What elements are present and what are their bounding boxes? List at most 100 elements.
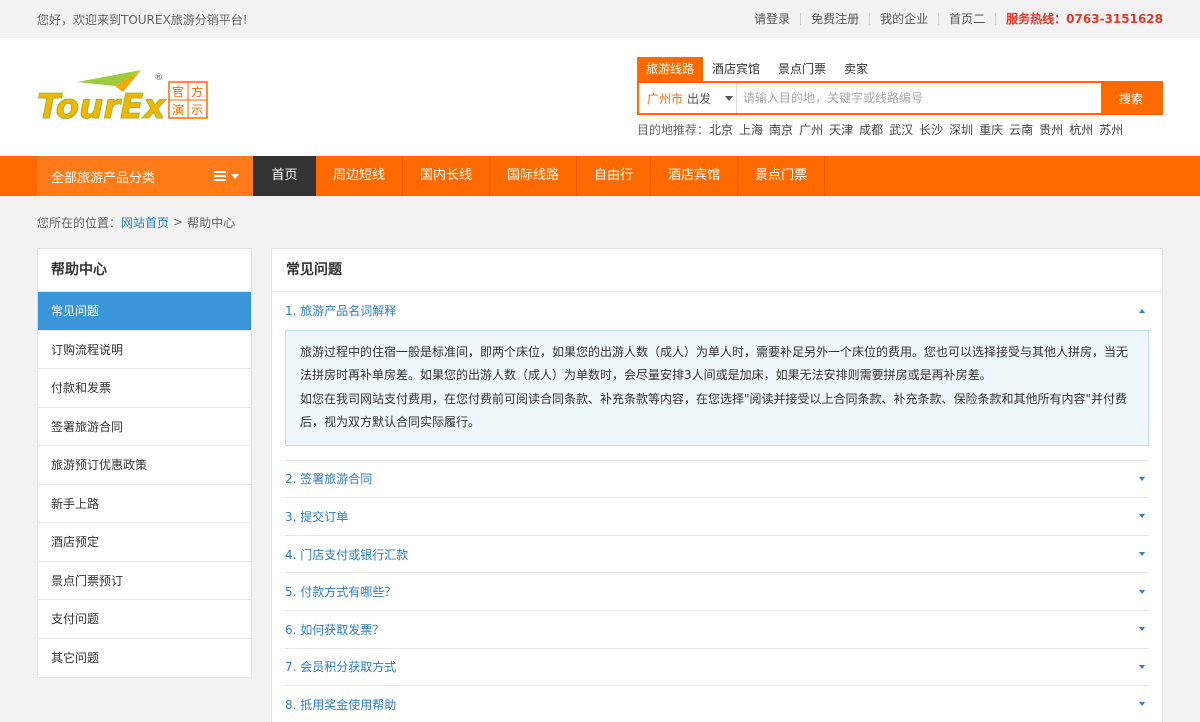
answer-paragraph: 如您在我司网站支付费用，在您付费前可阅读合同条款、补充条款等内容，在您选择"阅读…: [300, 391, 1128, 430]
sidebar-item-hotel-booking[interactable]: 酒店预定: [38, 523, 251, 562]
faq-panel: 常见问题 1. 旅游产品名词解释 旅游过程中的住宿一般是标准间，即两个床位，如果…: [271, 248, 1163, 722]
rec-city[interactable]: 北京: [709, 121, 733, 138]
header: TourEx ® 官 方 演 示 旅游线路 酒店宾馆 景点门票 卖家 广州市 出…: [0, 38, 1200, 156]
rec-city[interactable]: 天津: [829, 121, 853, 138]
nav-hotels[interactable]: 酒店宾馆: [651, 156, 739, 196]
login-link[interactable]: 请登录: [744, 13, 800, 25]
nav-domestic[interactable]: 国内长线: [403, 156, 491, 196]
rec-city[interactable]: 苏州: [1099, 121, 1123, 138]
sidebar-item-faq[interactable]: 常见问题: [38, 292, 251, 331]
faq-question-text: 7. 会员积分获取方式: [285, 660, 397, 675]
rec-city[interactable]: 成都: [859, 121, 883, 138]
sidebar-item-newbie[interactable]: 新手上路: [38, 485, 251, 523]
chevron-down-icon: [1139, 476, 1145, 481]
faq-answer: 旅游过程中的住宿一般是标准间，即两个床位，如果您的出游人数（成人）为单人时，需要…: [285, 329, 1149, 446]
sidebar-item-discounts[interactable]: 旅游预订优惠政策: [38, 446, 251, 485]
faq-question[interactable]: 4. 门店支付或银行汇款: [285, 536, 1149, 574]
tab-hotels[interactable]: 酒店宾馆: [703, 57, 769, 81]
nav-free-travel[interactable]: 自由行: [577, 156, 652, 196]
breadcrumb-home-link[interactable]: 网站首页: [121, 214, 169, 231]
svg-text:示: 示: [191, 103, 203, 117]
rec-city[interactable]: 上海: [739, 121, 763, 138]
hotline-number: 0763-3151628: [1066, 12, 1163, 26]
chevron-down-icon: [1139, 627, 1145, 632]
destination-recommendations: 目的地推荐： 北京 上海 南京 广州 天津 成都 武汉 长沙 深圳 重庆 云南 …: [637, 121, 1163, 138]
my-company-link[interactable]: 我的企业: [869, 13, 938, 25]
nav-short-trips[interactable]: 周边短线: [316, 156, 404, 196]
tab-routes[interactable]: 旅游线路: [637, 57, 704, 81]
breadcrumb-label: 您所在的位置：: [37, 215, 122, 230]
list-menu-icon: [214, 171, 239, 181]
chevron-down-icon: [1139, 552, 1145, 557]
depart-label: 出发: [687, 91, 712, 106]
city-name: 广州市: [647, 91, 684, 106]
search-box: 旅游线路 酒店宾馆 景点门票 卖家 广州市 出发 搜索 目的地推荐： 北京 上海…: [637, 57, 1163, 138]
faq-question[interactable]: 3. 提交订单: [285, 498, 1149, 536]
sidebar-item-ticket-booking[interactable]: 景点门票预订: [38, 562, 251, 600]
help-sidebar: 帮助中心 常见问题 订购流程说明 付款和发票 签署旅游合同 旅游预订优惠政策 新…: [37, 248, 252, 678]
chevron-down-icon: [1139, 664, 1145, 669]
tourex-logo[interactable]: TourEx ® 官 方 演 示: [37, 68, 212, 128]
search-tabs: 旅游线路 酒店宾馆 景点门票 卖家: [637, 57, 1163, 81]
faq-question-text: 8. 抵用奖金使用帮助: [285, 697, 397, 712]
faq-question-text: 3. 提交订单: [285, 509, 349, 524]
svg-text:官: 官: [172, 84, 184, 99]
chevron-down-icon: [725, 95, 734, 101]
recommend-label: 目的地推荐：: [637, 123, 710, 137]
rec-city[interactable]: 广州: [799, 121, 823, 138]
sidebar-title: 帮助中心: [38, 249, 251, 292]
all-categories-label: 全部旅游产品分类: [51, 170, 156, 186]
nav-tickets[interactable]: 景点门票: [738, 156, 826, 196]
logo-text: TourEx: [37, 87, 166, 127]
home-two-link[interactable]: 首页二: [938, 13, 995, 25]
tab-sellers[interactable]: 卖家: [835, 57, 877, 81]
faq-question[interactable]: 7. 会员积分获取方式: [285, 649, 1149, 687]
sidebar-item-payment-invoice[interactable]: 付款和发票: [38, 369, 251, 408]
faq-question[interactable]: 8. 抵用奖金使用帮助: [285, 686, 1149, 722]
all-categories-menu[interactable]: 全部旅游产品分类: [37, 156, 253, 196]
sidebar-item-other[interactable]: 其它问题: [38, 639, 251, 678]
top-links: 请登录 免费注册 我的企业 首页二 服务热线：0763-3151628: [744, 13, 1163, 25]
sidebar-item-contract[interactable]: 签署旅游合同: [38, 408, 251, 446]
sidebar-item-payment-issues[interactable]: 支付问题: [38, 600, 251, 639]
faq-question-text: 2. 签署旅游合同: [285, 472, 373, 487]
breadcrumb-separator: >: [173, 215, 184, 229]
departure-city-select[interactable]: 广州市 出发: [639, 83, 737, 113]
faq-list: 1. 旅游产品名词解释 旅游过程中的住宿一般是标准间，即两个床位，如果您的出游人…: [285, 292, 1149, 722]
nav-home[interactable]: 首页: [253, 156, 316, 196]
tab-tickets[interactable]: 景点门票: [769, 57, 835, 81]
rec-city[interactable]: 杭州: [1069, 121, 1093, 138]
chevron-down-icon: [1139, 514, 1145, 519]
faq-item-open: 1. 旅游产品名词解释 旅游过程中的住宿一般是标准间，即两个床位，如果您的出游人…: [285, 292, 1149, 461]
hotline-label: 服务热线：: [1006, 12, 1067, 26]
register-link[interactable]: 免费注册: [800, 13, 869, 25]
registered-mark: ®: [154, 73, 163, 83]
rec-city[interactable]: 云南: [1009, 121, 1033, 138]
top-bar: 您好，欢迎来到TOUREX旅游分销平台! 请登录 免费注册 我的企业 首页二 服…: [0, 0, 1200, 38]
svg-text:方: 方: [191, 84, 203, 99]
rec-city[interactable]: 贵州: [1039, 121, 1063, 138]
chevron-down-icon: [1139, 589, 1145, 594]
nav-international[interactable]: 国际线路: [490, 156, 578, 196]
rec-city[interactable]: 长沙: [919, 121, 943, 138]
faq-question[interactable]: 2. 签署旅游合同: [285, 461, 1149, 499]
faq-question[interactable]: 5. 付款方式有哪些？: [285, 573, 1149, 611]
service-hotline: 服务热线：0763-3151628: [995, 13, 1163, 25]
rec-city[interactable]: 南京: [769, 121, 793, 138]
faq-question[interactable]: 1. 旅游产品名词解释: [285, 292, 1149, 330]
breadcrumb-current: 帮助中心: [187, 215, 236, 230]
rec-city[interactable]: 深圳: [949, 121, 973, 138]
faq-question-text: 4. 门店支付或银行汇款: [285, 547, 409, 562]
sidebar-item-order-process[interactable]: 订购流程说明: [38, 331, 251, 369]
rec-city[interactable]: 重庆: [979, 121, 1003, 138]
svg-text:演: 演: [172, 102, 184, 117]
chevron-down-icon: [1139, 702, 1145, 707]
search-button[interactable]: 搜索: [1101, 83, 1161, 113]
search-input[interactable]: [737, 83, 1101, 113]
rec-city[interactable]: 武汉: [889, 121, 913, 138]
faq-question-text: 6. 如何获取发票？: [285, 622, 385, 637]
faq-question-text: 1. 旅游产品名词解释: [285, 304, 397, 319]
content-title: 常见问题: [272, 249, 1162, 292]
welcome-text: 您好，欢迎来到TOUREX旅游分销平台!: [37, 12, 248, 27]
faq-question[interactable]: 6. 如何获取发票？: [285, 611, 1149, 649]
